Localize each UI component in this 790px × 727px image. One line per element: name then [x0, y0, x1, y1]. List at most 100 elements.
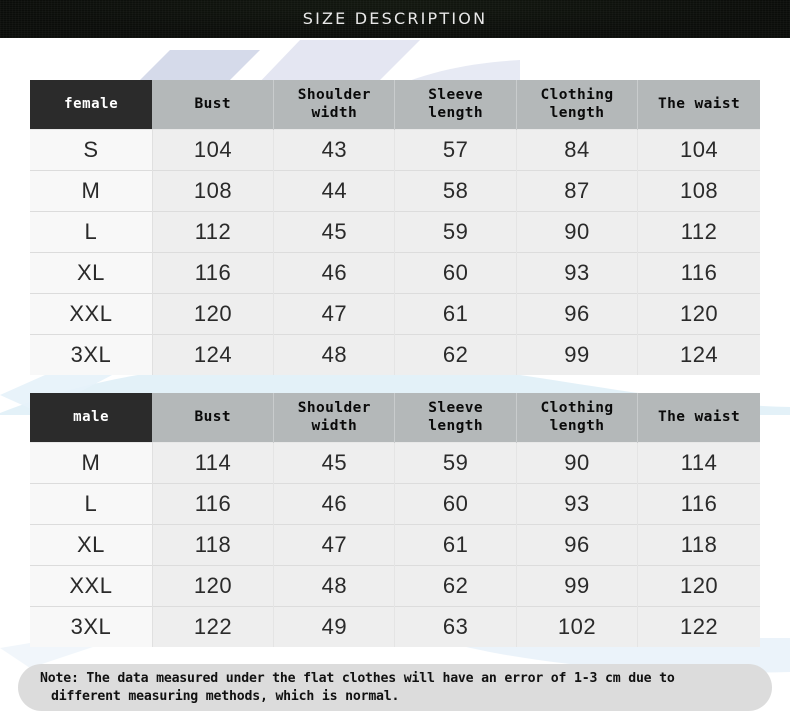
cell-shoulder-width: 44 [273, 170, 396, 212]
column-header-bust: Bust [152, 80, 275, 130]
table-header-row: female Bust Shoulder width Sleeve length… [30, 80, 760, 130]
cell-the-waist: 112 [637, 211, 760, 253]
column-header-line: Shoulder [297, 399, 371, 416]
cell-sleeve-length: 57 [394, 129, 517, 171]
column-header-line: Sleeve [428, 86, 484, 103]
column-header-shoulder-width: Shoulder width [273, 80, 396, 130]
cell-size: S [30, 129, 153, 171]
cell-bust: 118 [152, 524, 275, 566]
column-header-clothing-length: Clothing length [516, 393, 639, 443]
cell-clothing-length: 84 [516, 129, 639, 171]
cell-the-waist: 114 [637, 442, 760, 484]
cell-clothing-length: 87 [516, 170, 639, 212]
cell-the-waist: 124 [637, 334, 760, 375]
table-row: M 114 45 59 90 114 [30, 442, 760, 484]
column-header-bust: Bust [152, 393, 275, 443]
cell-size: XL [30, 524, 153, 566]
cell-sleeve-length: 62 [394, 565, 517, 607]
table-row: M 108 44 58 87 108 [30, 170, 760, 212]
cell-sleeve-length: 63 [394, 606, 517, 647]
cell-shoulder-width: 49 [273, 606, 396, 647]
column-header-line: length [428, 417, 484, 434]
female-size-table: female Bust Shoulder width Sleeve length… [30, 80, 760, 375]
cell-sleeve-length: 60 [394, 252, 517, 294]
cell-shoulder-width: 47 [273, 524, 396, 566]
column-header-line: Bust [194, 408, 231, 425]
cell-bust: 124 [152, 334, 275, 375]
table-row: S 104 43 57 84 104 [30, 129, 760, 171]
column-header-line: The waist [657, 95, 741, 112]
table-row: 3XL 122 49 63 102 122 [30, 606, 760, 647]
cell-clothing-length: 90 [516, 442, 639, 484]
cell-bust: 116 [152, 483, 275, 525]
column-header-line: Bust [194, 95, 231, 112]
column-header-line: Shoulder [297, 86, 371, 103]
cell-size: 3XL [30, 606, 153, 647]
column-header-shoulder-width: Shoulder width [273, 393, 396, 443]
female-table-body: S 104 43 57 84 104 M 108 44 58 87 108 L … [30, 129, 760, 375]
cell-sleeve-length: 61 [394, 524, 517, 566]
cell-shoulder-width: 45 [273, 442, 396, 484]
column-header-sleeve-length: Sleeve length [394, 393, 517, 443]
cell-bust: 116 [152, 252, 275, 294]
cell-size: XXL [30, 293, 153, 335]
cell-bust: 120 [152, 565, 275, 607]
cell-size: XL [30, 252, 153, 294]
column-header-clothing-length: Clothing length [516, 80, 639, 130]
cell-shoulder-width: 46 [273, 483, 396, 525]
cell-clothing-length: 99 [516, 334, 639, 375]
cell-sleeve-length: 58 [394, 170, 517, 212]
cell-clothing-length: 99 [516, 565, 639, 607]
cell-clothing-length: 96 [516, 293, 639, 335]
cell-size: M [30, 170, 153, 212]
cell-clothing-length: 96 [516, 524, 639, 566]
cell-size: 3XL [30, 334, 153, 375]
gender-label-male: male [30, 393, 153, 443]
male-table-body: M 114 45 59 90 114 L 116 46 60 93 116 XL… [30, 442, 760, 647]
cell-shoulder-width: 45 [273, 211, 396, 253]
cell-shoulder-width: 43 [273, 129, 396, 171]
column-header-sleeve-length: Sleeve length [394, 80, 517, 130]
cell-clothing-length: 102 [516, 606, 639, 647]
cell-sleeve-length: 61 [394, 293, 517, 335]
column-header-line: length [428, 104, 484, 121]
column-header-line: width [311, 104, 358, 121]
cell-sleeve-length: 59 [394, 211, 517, 253]
table-row: XL 118 47 61 96 118 [30, 524, 760, 566]
cell-the-waist: 120 [637, 565, 760, 607]
table-row: L 116 46 60 93 116 [30, 483, 760, 525]
cell-bust: 114 [152, 442, 275, 484]
column-header-line: length [549, 417, 605, 434]
cell-bust: 112 [152, 211, 275, 253]
cell-the-waist: 122 [637, 606, 760, 647]
cell-size: M [30, 442, 153, 484]
cell-bust: 122 [152, 606, 275, 647]
cell-size: L [30, 483, 153, 525]
column-header-line: Clothing [540, 86, 614, 103]
column-header-the-waist: The waist [637, 80, 760, 130]
cell-shoulder-width: 47 [273, 293, 396, 335]
cell-the-waist: 104 [637, 129, 760, 171]
cell-clothing-length: 93 [516, 252, 639, 294]
female-size-table-container: female Bust Shoulder width Sleeve length… [30, 80, 760, 375]
page-title: SIZE DESCRIPTION [302, 9, 488, 28]
table-row: XXL 120 47 61 96 120 [30, 293, 760, 335]
column-header-line: The waist [657, 408, 741, 425]
male-size-table: male Bust Shoulder width Sleeve length C… [30, 393, 760, 647]
column-header-line: Sleeve [428, 399, 484, 416]
table-row: L 112 45 59 90 112 [30, 211, 760, 253]
male-size-table-container: male Bust Shoulder width Sleeve length C… [30, 393, 760, 647]
cell-clothing-length: 90 [516, 211, 639, 253]
table-row: XL 116 46 60 93 116 [30, 252, 760, 294]
cell-bust: 104 [152, 129, 275, 171]
page-banner: SIZE DESCRIPTION [0, 0, 790, 38]
table-header-row: male Bust Shoulder width Sleeve length C… [30, 393, 760, 443]
column-header-the-waist: The waist [637, 393, 760, 443]
cell-the-waist: 116 [637, 252, 760, 294]
cell-the-waist: 120 [637, 293, 760, 335]
table-row: 3XL 124 48 62 99 124 [30, 334, 760, 375]
cell-sleeve-length: 62 [394, 334, 517, 375]
gender-label-female: female [30, 80, 153, 130]
measurement-note-box: Note: The data measured under the flat c… [18, 664, 772, 711]
cell-sleeve-length: 60 [394, 483, 517, 525]
